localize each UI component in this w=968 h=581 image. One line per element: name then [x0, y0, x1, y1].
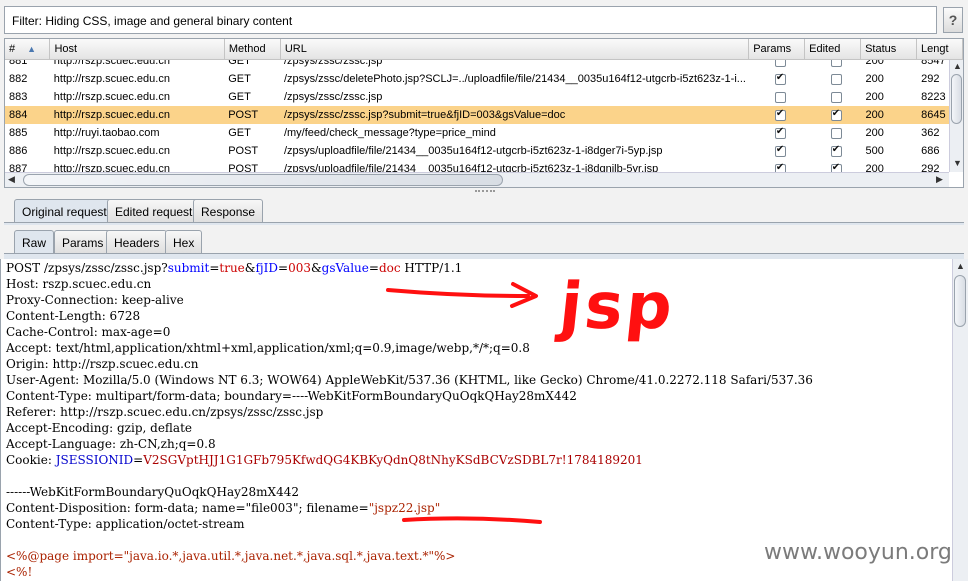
params-checkbox[interactable]	[774, 108, 786, 121]
tab-raw[interactable]: Raw	[14, 230, 55, 254]
column-header-url[interactable]: URL	[280, 39, 750, 60]
tab-hex[interactable]: Hex	[165, 230, 203, 254]
column-header-edited[interactable]: Edited	[804, 39, 862, 60]
cell-params	[750, 70, 806, 88]
cell-url: /zpsys/uploadfile/file/21434__0035u164f1…	[283, 145, 663, 157]
cell-host: http://rszp.scuec.edu.cn	[49, 106, 225, 124]
edited-checkbox[interactable]	[830, 127, 842, 139]
scroll-thumb[interactable]	[951, 74, 962, 124]
cell-host: http://ruyi.taobao.com	[53, 127, 160, 139]
cell-edited	[805, 106, 862, 124]
cell-url: /zpsys/zssc/deletePhoto.jsp?SCLJ=../uplo…	[283, 73, 746, 85]
tab-divider	[4, 222, 964, 225]
scroll-left-icon[interactable]: ◀	[8, 174, 15, 185]
params-checkbox[interactable]	[774, 91, 786, 103]
request-header: Accept-Encoding: gzip, deflate	[6, 421, 193, 435]
cell-params	[750, 124, 806, 142]
column-header-params[interactable]: Params	[748, 39, 806, 60]
cell-status: 200	[865, 73, 884, 85]
table-header: # ▲ Host Method URL Params Edited Status …	[5, 39, 963, 60]
cell-params	[750, 142, 806, 160]
annotation-label: jsp	[556, 270, 679, 344]
table-row[interactable]: 883 http://rszp.scuec.edu.cn GET/zpsys/zss…	[5, 88, 963, 106]
cell-method: GET	[228, 73, 251, 85]
table-row[interactable]: 882 http://rszp.scuec.edu.cn GET/zpsys/zss…	[5, 70, 963, 88]
column-header-method[interactable]: Method	[224, 39, 281, 60]
scroll-thumb[interactable]	[954, 275, 966, 327]
scroll-thumb[interactable]	[23, 174, 503, 186]
request-header: Accept-Language: zh-CN,zh;q=0.8	[6, 437, 216, 451]
cell-host: http://rszp.scuec.edu.cn	[53, 73, 170, 85]
tab-headers[interactable]: Headers	[106, 230, 168, 254]
edited-checkbox[interactable]	[830, 91, 842, 103]
cell-status: 500	[865, 145, 884, 157]
multipart-boundary: ------WebKitFormBoundaryQuOqkQHay28mX442	[6, 485, 299, 499]
request-header: Referer: http://rszp.scuec.edu.cn/zpsys/…	[6, 405, 324, 419]
scroll-down-icon[interactable]: ▼	[953, 158, 962, 168]
cell-method: GET	[228, 91, 251, 103]
column-header-host[interactable]: Host	[49, 39, 225, 60]
cell-params	[749, 106, 806, 124]
table-horizontal-scrollbar[interactable]: ◀ ▶	[5, 172, 949, 187]
column-header-length[interactable]: Lengt	[916, 39, 963, 60]
cell-host: http://rszp.scuec.edu.cn	[53, 145, 170, 157]
filter-text: Filter: Hiding CSS, image and general bi…	[12, 14, 293, 28]
column-header-status[interactable]: Status	[860, 39, 917, 60]
cell-num: 886	[9, 145, 28, 157]
request-header: User-Agent: Mozilla/5.0 (Windows NT 6.3;…	[6, 373, 813, 387]
sort-ascending-icon: ▲	[27, 43, 37, 54]
cell-status: 200	[865, 91, 884, 103]
cell-method: GET	[228, 127, 251, 139]
edited-checkbox[interactable]	[830, 144, 842, 157]
cell-status: 200	[865, 127, 884, 139]
filter-bar[interactable]: Filter: Hiding CSS, image and general bi…	[4, 6, 937, 34]
tab-edited-request[interactable]: Edited request	[107, 199, 201, 223]
cell-num: 883	[9, 91, 28, 103]
table-row[interactable]: 884 http://rszp.scuec.edu.cn POST/zpsys/zs…	[5, 106, 963, 124]
watermark: www.wooyun.org	[764, 540, 952, 565]
cell-url: /zpsys/zssc/zssc.jsp?submit=true&fjID=00…	[279, 106, 750, 124]
tab-original-request[interactable]: Original request	[14, 199, 115, 223]
request-header: Content-Type: multipart/form-data; bound…	[6, 389, 577, 403]
cell-method: POST	[228, 145, 259, 157]
cell-edited	[806, 142, 862, 160]
table-row[interactable]: 886 http://rszp.scuec.edu.cn POST/zpsys/up…	[5, 142, 963, 160]
proxy-history-table: 881 http://rszp.scuec.edu.cn GET/zpsys/zss…	[4, 38, 964, 188]
cell-edited	[806, 70, 862, 88]
cell-params	[750, 88, 806, 106]
scroll-up-icon[interactable]: ▲	[956, 261, 965, 271]
scroll-right-icon[interactable]: ▶	[936, 174, 943, 185]
cell-url: /my/feed/check_message?type=price_mind	[283, 127, 496, 139]
editor-vertical-scrollbar[interactable]: ▲	[952, 259, 968, 581]
scroll-up-icon[interactable]: ▲	[953, 61, 962, 71]
params-checkbox[interactable]	[774, 144, 786, 157]
cell-url: /zpsys/zssc/zssc.jsp	[283, 91, 383, 103]
cell-edited	[806, 124, 862, 142]
body-line: <%!	[6, 565, 33, 579]
cell-num: 884	[5, 106, 50, 124]
edited-checkbox[interactable]	[830, 73, 842, 85]
cell-method: POST	[224, 106, 280, 124]
help-button[interactable]: ?	[943, 7, 963, 33]
pane-splitter[interactable]	[475, 190, 495, 196]
column-header-num[interactable]: # ▲	[5, 39, 51, 60]
tab-params[interactable]: Params	[54, 230, 112, 254]
cookie-header: Cookie: JSESSIONID=V2SGVptHJJ1G1GFb795Kf…	[6, 453, 643, 467]
table-vertical-scrollbar[interactable]: ▲ ▼	[949, 60, 963, 172]
history-rows: 881 http://rszp.scuec.edu.cn GET/zpsys/zss…	[5, 52, 963, 178]
cell-num: 882	[9, 73, 28, 85]
edited-checkbox[interactable]	[830, 108, 842, 121]
cell-num: 885	[9, 127, 28, 139]
cell-edited	[806, 88, 862, 106]
cell-host: http://rszp.scuec.edu.cn	[53, 91, 170, 103]
red-underline-annotation	[402, 516, 542, 524]
table-row[interactable]: 885 http://ruyi.taobao.com GET/my/feed/che…	[5, 124, 963, 142]
tab-response[interactable]: Response	[193, 199, 264, 223]
params-checkbox[interactable]	[774, 72, 786, 85]
params-checkbox[interactable]	[774, 126, 786, 139]
cell-status: 200	[861, 106, 918, 124]
